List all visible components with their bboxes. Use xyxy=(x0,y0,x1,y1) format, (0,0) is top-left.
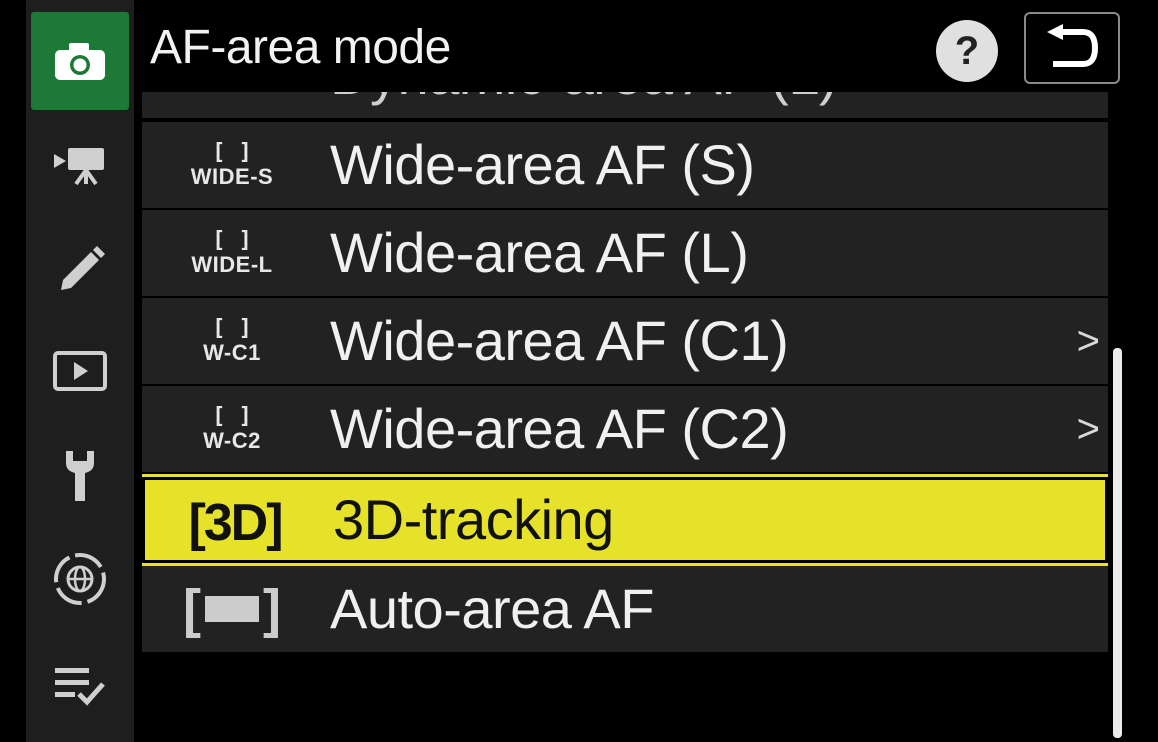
help-icon: ? xyxy=(954,29,980,73)
camera-menu-screen: AF-area mode ? Dynamic-area AF (L) [ ] W… xyxy=(0,0,1158,742)
back-button[interactable] xyxy=(1024,12,1120,84)
list-item-label: Auto-area AF xyxy=(330,577,654,640)
scrollbar[interactable] xyxy=(1113,348,1122,738)
list-item-wide-area-s[interactable]: [ ] WIDE-S Wide-area AF (S) xyxy=(142,122,1108,208)
list-item-dynamic-area-l[interactable]: Dynamic-area AF (L) xyxy=(142,92,1108,118)
menu-header: AF-area mode ? xyxy=(134,0,1158,92)
playback-icon xyxy=(53,351,107,391)
chevron-right-icon: > xyxy=(1076,407,1100,451)
3d-tracking-icon: [3D] xyxy=(188,494,283,552)
list-item-label: Dynamic-area AF (L) xyxy=(330,92,838,118)
my-menu-icon xyxy=(55,668,105,706)
wrench-icon xyxy=(66,451,94,501)
movie-camera-icon xyxy=(54,148,104,186)
help-button[interactable]: ? xyxy=(936,20,998,82)
list-item-label: Wide-area AF (C1) xyxy=(330,309,789,372)
af-area-mode-list: Dynamic-area AF (L) [ ] WIDE-S Wide-area… xyxy=(142,92,1108,672)
tab-photo-shooting[interactable] xyxy=(31,12,129,110)
auto-area-icon: [] xyxy=(183,579,281,639)
wide-area-l-icon: [ ] WIDE-L xyxy=(191,228,273,277)
camera-icon xyxy=(55,43,105,80)
list-item-wide-area-l[interactable]: [ ] WIDE-L Wide-area AF (L) xyxy=(142,210,1108,296)
list-item-3d-tracking[interactable]: [3D] 3D-tracking xyxy=(142,477,1108,563)
return-arrow-icon xyxy=(1047,24,1099,67)
tab-my-menu[interactable] xyxy=(26,636,134,734)
pencil-icon xyxy=(61,246,105,290)
network-globe-icon xyxy=(54,553,106,605)
tab-network[interactable] xyxy=(26,530,134,628)
tab-custom-settings[interactable] xyxy=(26,220,134,318)
chevron-right-icon: > xyxy=(1076,319,1100,363)
tab-setup[interactable] xyxy=(26,426,134,524)
list-item-label: Wide-area AF (L) xyxy=(330,221,749,284)
menu-tab-bar xyxy=(26,0,134,742)
list-item-auto-area[interactable]: [] Auto-area AF xyxy=(142,566,1108,652)
list-item-label: Wide-area AF (S) xyxy=(330,133,755,196)
wide-area-c2-icon: [ ] W-C2 xyxy=(203,404,261,453)
list-item-label: 3D-tracking xyxy=(333,488,614,551)
page-title: AF-area mode xyxy=(150,21,451,74)
tab-playback[interactable] xyxy=(26,322,134,420)
list-item-wide-area-c1[interactable]: [ ] W-C1 Wide-area AF (C1) > xyxy=(142,298,1108,384)
list-item-wide-area-c2[interactable]: [ ] W-C2 Wide-area AF (C2) > xyxy=(142,386,1108,472)
tab-movie-recording[interactable] xyxy=(26,116,134,214)
wide-area-s-icon: [ ] WIDE-S xyxy=(190,140,274,189)
list-item-label: Wide-area AF (C2) xyxy=(330,397,789,460)
wide-area-c1-icon: [ ] W-C1 xyxy=(203,316,261,365)
